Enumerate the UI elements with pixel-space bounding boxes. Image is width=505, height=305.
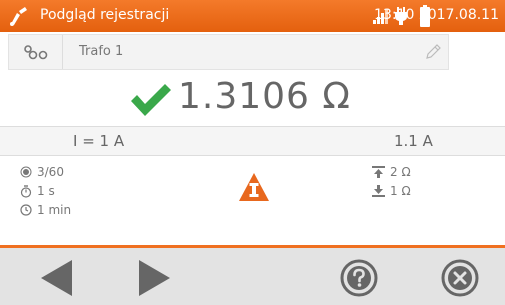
parameters-right: 2 Ω 1 Ω bbox=[372, 162, 411, 200]
high-voltage-warning-icon bbox=[239, 173, 269, 201]
object-tree-button[interactable] bbox=[9, 35, 63, 69]
param-row: 2 Ω bbox=[372, 162, 411, 181]
param-row: 1 s bbox=[20, 181, 71, 200]
date-time: 13:10 2017.08.11 bbox=[374, 7, 499, 23]
parameters-left: 3/60 1 s 1 min bbox=[20, 162, 71, 219]
previous-arrow-icon[interactable] bbox=[38, 258, 78, 298]
upper-resistance-limit-icon bbox=[372, 165, 386, 178]
measurement-count: 3/60 bbox=[37, 164, 64, 179]
next-arrow-icon[interactable] bbox=[133, 258, 173, 298]
lower-limit: 1 Ω bbox=[390, 183, 411, 198]
bottom-toolbar bbox=[0, 248, 505, 305]
measurement-count-icon bbox=[20, 166, 34, 178]
measurement-value: 1.3106 Ω bbox=[178, 76, 351, 117]
object-tree-icon bbox=[24, 45, 48, 60]
result-area: 1.3106 Ω bbox=[0, 72, 505, 126]
screen-title: Podgląd rejestracji bbox=[40, 7, 170, 23]
upper-limit: 2 Ω bbox=[390, 164, 411, 179]
measured-current: 1.1 A bbox=[394, 132, 433, 150]
measurement-time: 1 s bbox=[37, 183, 55, 198]
divider bbox=[0, 155, 505, 156]
param-row: 1 Ω bbox=[372, 181, 411, 200]
lower-resistance-limit-icon bbox=[372, 184, 386, 197]
clock-icon bbox=[20, 203, 34, 216]
close-icon[interactable] bbox=[440, 258, 480, 298]
status-bar: Podgląd rejestracji 13:10 2017.08.11 bbox=[0, 0, 505, 32]
param-row: 1 min bbox=[20, 200, 71, 219]
test-current-setting: I = 1 A bbox=[73, 132, 125, 150]
current-row: I = 1 A 1.1 A bbox=[0, 127, 505, 155]
param-row: 3/60 bbox=[20, 162, 71, 181]
help-icon[interactable] bbox=[339, 258, 379, 298]
pencil-icon[interactable] bbox=[424, 43, 442, 61]
object-name: Trafo 1 bbox=[79, 44, 124, 59]
check-icon bbox=[131, 84, 171, 116]
meter-probe-icon bbox=[10, 7, 27, 26]
object-row: Trafo 1 bbox=[8, 34, 449, 70]
interval-time: 1 min bbox=[37, 202, 72, 217]
timer-icon bbox=[20, 184, 34, 198]
